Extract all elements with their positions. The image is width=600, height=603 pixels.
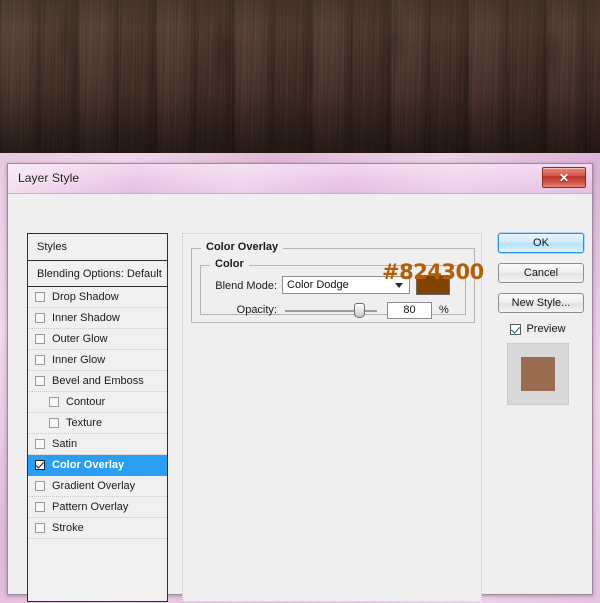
list-item-label: Satin: [52, 438, 78, 450]
color-group-title: Color: [210, 258, 249, 270]
list-item-inner-shadow[interactable]: Inner Shadow: [28, 308, 167, 329]
wood-texture-background: [0, 0, 600, 153]
checkbox-icon[interactable]: [35, 355, 45, 365]
preview-checkbox-row[interactable]: Preview: [498, 323, 578, 335]
list-item-label: Inner Shadow: [52, 312, 120, 324]
checkbox-icon[interactable]: [35, 481, 45, 491]
opacity-slider-thumb[interactable]: [353, 303, 365, 318]
blending-options-row[interactable]: Blending Options: Default: [28, 261, 167, 287]
dialog-title: Layer Style: [18, 171, 80, 185]
wood-shading-layer: [0, 0, 600, 153]
new-style-button[interactable]: New Style...: [498, 293, 584, 313]
checkbox-icon[interactable]: [49, 397, 59, 407]
close-button[interactable]: ✕: [542, 167, 586, 188]
layer-style-dialog: Layer Style ✕ Styles Blending Options: D…: [7, 163, 593, 602]
list-item-stroke[interactable]: Stroke: [28, 518, 167, 539]
list-item-pattern-overlay[interactable]: Pattern Overlay: [28, 497, 167, 518]
list-item-label: Inner Glow: [52, 354, 106, 366]
checkbox-icon[interactable]: [35, 439, 45, 449]
preview-color-chip: [521, 357, 555, 391]
list-item-satin[interactable]: Satin: [28, 434, 167, 455]
checkbox-icon[interactable]: [35, 334, 45, 344]
list-item-gradient-overlay[interactable]: Gradient Overlay: [28, 476, 167, 497]
checkbox-checked-icon[interactable]: [35, 460, 45, 470]
close-icon: ✕: [558, 170, 570, 185]
list-item-texture[interactable]: Texture: [28, 413, 167, 434]
list-item-label: Pattern Overlay: [52, 501, 129, 513]
ok-button[interactable]: OK: [498, 233, 584, 253]
list-item-label: Contour: [66, 396, 106, 408]
dialog-body: Styles Blending Options: Default Drop Sh…: [8, 194, 592, 602]
checkbox-icon[interactable]: [49, 418, 59, 428]
color-overlay-panel: Color Overlay Color Blend Mode: Color Do…: [182, 233, 484, 602]
list-item-contour[interactable]: Contour: [28, 392, 167, 413]
list-item-label: Outer Glow: [52, 333, 108, 345]
list-item-label: Bevel and Emboss: [52, 375, 144, 387]
dialog-titlebar[interactable]: Layer Style ✕: [8, 164, 592, 194]
blend-mode-label: Blend Mode:: [215, 280, 277, 292]
opacity-percent-symbol: %: [439, 304, 449, 316]
opacity-label: Opacity:: [236, 304, 277, 316]
opacity-input[interactable]: 80: [387, 302, 432, 319]
dialog-button-column: OK Cancel New Style... Preview: [498, 233, 584, 405]
checkbox-checked-icon[interactable]: [510, 323, 522, 335]
list-item-label: Stroke: [52, 522, 84, 534]
styles-list-header[interactable]: Styles: [28, 234, 167, 261]
screenshot-root: Layer Style ✕ Styles Blending Options: D…: [0, 0, 600, 603]
list-item-label: Color Overlay: [52, 459, 125, 471]
list-item-label: Texture: [66, 417, 103, 429]
styles-list[interactable]: Styles Blending Options: Default Drop Sh…: [27, 233, 168, 602]
color-overlay-group: Color Overlay Color Blend Mode: Color Do…: [191, 241, 484, 323]
cancel-button[interactable]: Cancel: [498, 263, 584, 283]
preview-label: Preview: [526, 323, 566, 335]
list-item-inner-glow[interactable]: Inner Glow: [28, 350, 167, 371]
hex-color-annotation: #824300: [382, 260, 484, 284]
list-item-bevel-and-emboss[interactable]: Bevel and Emboss: [28, 371, 167, 392]
blend-mode-value: Color Dodge: [287, 279, 349, 291]
list-item-color-overlay[interactable]: Color Overlay: [28, 455, 167, 476]
color-overlay-group-title: Color Overlay: [201, 241, 284, 253]
list-item-label: Drop Shadow: [52, 291, 119, 303]
list-item-label: Gradient Overlay: [52, 480, 136, 492]
checkbox-icon[interactable]: [35, 313, 45, 323]
checkbox-icon[interactable]: [35, 376, 45, 386]
checkbox-icon[interactable]: [35, 523, 45, 533]
checkbox-icon[interactable]: [35, 292, 45, 302]
checkbox-icon[interactable]: [35, 502, 45, 512]
list-item-outer-glow[interactable]: Outer Glow: [28, 329, 167, 350]
list-item-drop-shadow[interactable]: Drop Shadow: [28, 287, 167, 308]
preview-thumbnail: [507, 343, 569, 405]
